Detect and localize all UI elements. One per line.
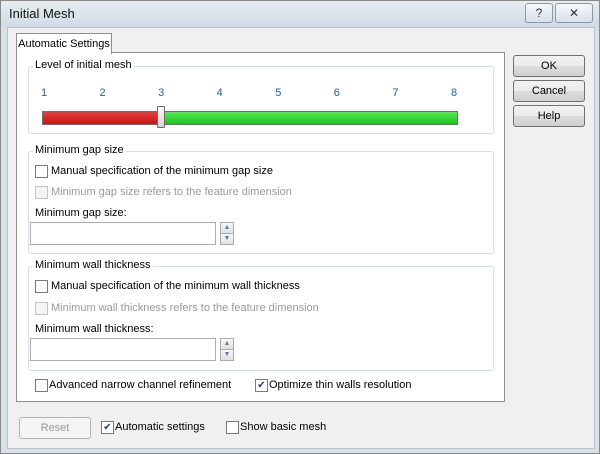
level-group: Level of initial mesh 1 2 3 4 5 6 7 8: [28, 59, 494, 134]
level-slider-low-segment: [43, 112, 161, 124]
gap-feature-label: Minimum gap size refers to the feature d…: [51, 186, 292, 198]
level-tick-label: 8: [450, 87, 458, 99]
gap-field-label: Minimum gap size:: [35, 207, 127, 219]
wall-spin-down[interactable]: ▼: [220, 349, 234, 361]
narrow-channel-checkbox[interactable]: [35, 379, 48, 392]
checkmark-icon: ✔: [103, 422, 112, 433]
wall-manual-label[interactable]: Manual specification of the minimum wall…: [51, 280, 300, 292]
automatic-settings-label[interactable]: Automatic settings: [115, 421, 205, 433]
window-title: Initial Mesh: [9, 6, 75, 21]
help-button[interactable]: Help: [513, 105, 585, 127]
gap-group-title: Minimum gap size: [33, 144, 126, 156]
gap-group: Minimum gap size Manual specification of…: [28, 144, 494, 254]
wall-manual-checkbox[interactable]: [35, 280, 48, 293]
gap-manual-label[interactable]: Manual specification of the minimum gap …: [51, 165, 273, 177]
gap-feature-checkbox[interactable]: [35, 186, 48, 199]
wall-group-title: Minimum wall thickness: [33, 259, 153, 271]
level-tick-label: 2: [99, 87, 106, 99]
tab-panel: Level of initial mesh 1 2 3 4 5 6 7 8 Minimum g…: [16, 52, 505, 402]
gap-size-input[interactable]: [30, 222, 216, 245]
automatic-settings-checkbox[interactable]: ✔: [101, 421, 114, 434]
ok-button[interactable]: OK: [513, 55, 585, 77]
level-tick-label: 7: [392, 87, 399, 99]
level-tick-label: 4: [216, 87, 223, 99]
wall-field-label: Minimum wall thickness:: [35, 323, 154, 335]
close-icon: ✕: [568, 6, 580, 20]
gap-spin-down[interactable]: ▼: [220, 233, 234, 245]
thin-walls-label[interactable]: Optimize thin walls resolution: [269, 379, 411, 391]
show-basic-mesh-label[interactable]: Show basic mesh: [240, 421, 326, 433]
question-icon: ?: [535, 6, 543, 20]
level-slider-thumb[interactable]: [157, 106, 165, 128]
initial-mesh-dialog: Initial Mesh ? ✕ Automatic Settings Leve…: [0, 0, 600, 454]
dialog-body: Automatic Settings Level of initial mesh…: [7, 27, 595, 449]
level-group-title: Level of initial mesh: [33, 59, 134, 71]
level-tick-label: 3: [158, 87, 165, 99]
level-tick-label: 1: [40, 87, 48, 99]
wall-group: Minimum wall thickness Manual specificat…: [28, 259, 494, 371]
thin-walls-checkbox[interactable]: ✔: [255, 379, 268, 392]
wall-thickness-input[interactable]: [30, 338, 216, 361]
help-title-button[interactable]: ?: [525, 3, 553, 23]
level-tick-label: 6: [333, 87, 340, 99]
title-bar: Initial Mesh ? ✕: [1, 1, 599, 27]
show-basic-mesh-checkbox[interactable]: [226, 421, 239, 434]
level-tick-label: 5: [275, 87, 282, 99]
cancel-button[interactable]: Cancel: [513, 80, 585, 102]
close-title-button[interactable]: ✕: [555, 3, 593, 23]
level-slider-high-segment: [161, 112, 457, 124]
wall-feature-checkbox[interactable]: [35, 302, 48, 315]
level-slider-track[interactable]: [42, 111, 458, 125]
level-tick-labels: 1 2 3 4 5 6 7 8: [29, 87, 493, 101]
tab-automatic-settings[interactable]: Automatic Settings: [16, 33, 112, 54]
reset-button[interactable]: Reset: [19, 417, 91, 439]
gap-manual-checkbox[interactable]: [35, 165, 48, 178]
narrow-channel-label[interactable]: Advanced narrow channel refinement: [49, 379, 231, 391]
wall-feature-label: Minimum wall thickness refers to the fea…: [51, 302, 319, 314]
checkmark-icon: ✔: [257, 380, 266, 391]
